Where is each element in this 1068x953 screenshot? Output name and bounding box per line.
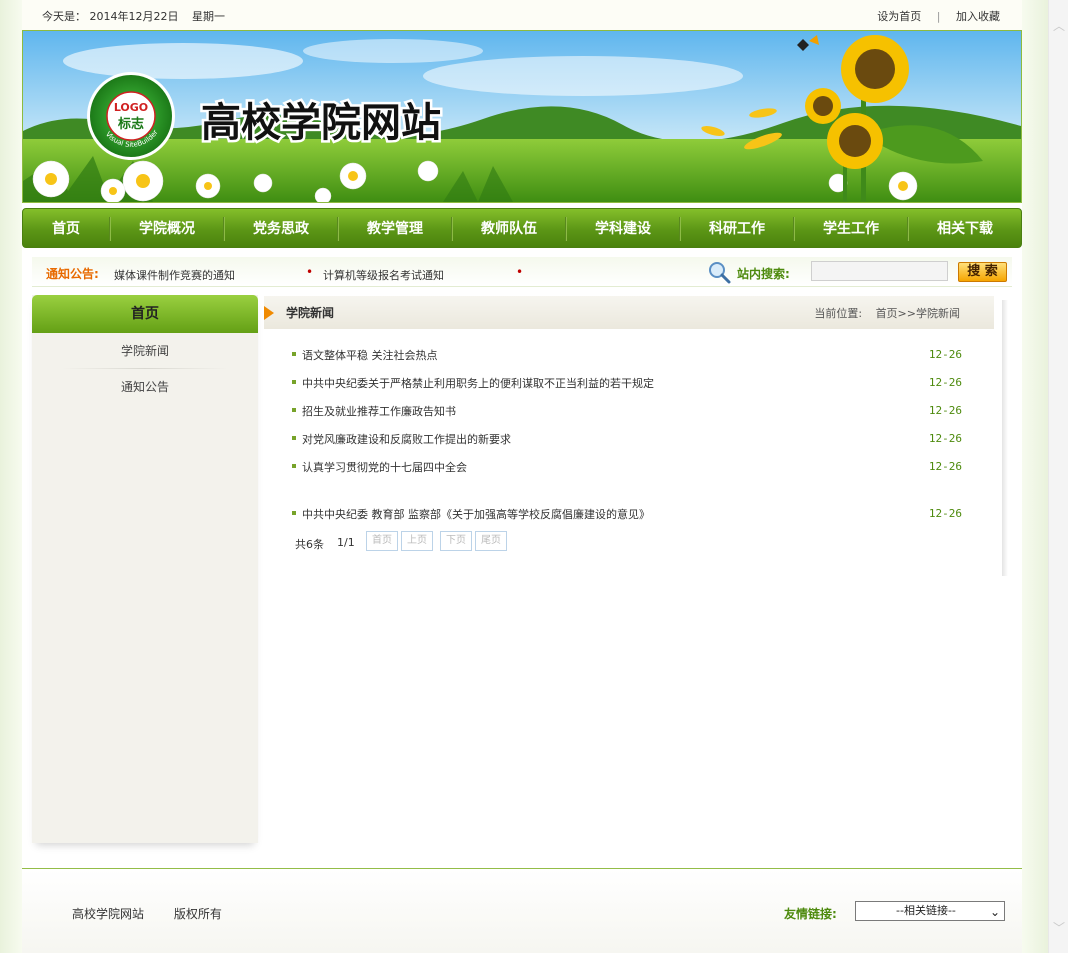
- pagination-total: 共6条: [295, 538, 324, 551]
- section-header: 学院新闻 当前位置: 首页>>学院新闻: [264, 296, 994, 329]
- news-item: 招生及就业推荐工作廉政告知书 12-26: [292, 402, 962, 420]
- notice-label: 通知公告:: [46, 267, 99, 281]
- news-date: 12-26: [928, 460, 962, 473]
- news-item: 对党风廉政建设和反腐败工作提出的新要求 12-26: [292, 430, 962, 448]
- nav-college-overview[interactable]: 学院概况: [111, 209, 223, 249]
- notice-item[interactable]: 计算机等级报名考试通知: [323, 267, 444, 283]
- footer-site-name: 高校学院网站: [72, 907, 145, 921]
- breadcrumb-path[interactable]: 首页>>学院新闻: [876, 307, 960, 320]
- news-title[interactable]: 中共中央纪委 教育部 监察部《关于加强高等学校反腐倡廉建设的意见》: [302, 506, 650, 522]
- friend-links-select[interactable]: --相关链接-- ⌄: [855, 901, 1005, 921]
- nav-party-affairs[interactable]: 党务思政: [225, 209, 337, 249]
- news-title[interactable]: 中共中央纪委关于严格禁止利用职务上的便利谋取不正当利益的若干规定: [302, 375, 654, 391]
- footer: 高校学院网站 版权所有 友情链接: --相关链接-- ⌄: [22, 868, 1022, 953]
- friend-links-label: 友情链接:: [784, 907, 837, 921]
- banner-image: LOGO 标志 Visual SiteBuilder 高校学院网站 高校学院网站: [23, 31, 1021, 202]
- news-title[interactable]: 语文整体平稳 关注社会热点: [302, 347, 438, 363]
- search-input[interactable]: [811, 261, 948, 281]
- first-page-button[interactable]: 首页: [366, 531, 398, 551]
- footer-copyright: 高校学院网站 版权所有: [72, 905, 248, 922]
- bullet-icon: [292, 352, 296, 356]
- scroll-up-icon[interactable]: ︿: [1053, 20, 1065, 32]
- pagination-page: 1/1: [337, 536, 355, 549]
- nav-home[interactable]: 首页: [23, 209, 109, 249]
- section-title: 学院新闻: [286, 306, 335, 320]
- site-banner: LOGO 标志 Visual SiteBuilder 高校学院网站 高校学院网站: [22, 30, 1022, 203]
- chevron-down-icon: ⌄: [989, 905, 1000, 919]
- date-value: 2014年12月22日: [89, 10, 179, 23]
- logo-text: LOGO: [114, 101, 148, 114]
- nav-teaching[interactable]: 教学管理: [339, 209, 451, 249]
- friend-links-selected: --相关链接--: [896, 904, 956, 917]
- top-link-separator: |: [936, 10, 941, 23]
- sidebar-item-label: 学院新闻: [120, 344, 169, 358]
- news-date: 12-26: [928, 404, 962, 417]
- breadcrumb-label: 当前位置:: [814, 307, 863, 320]
- search-button[interactable]: 搜 索: [958, 262, 1007, 282]
- section-arrow-icon: [264, 306, 274, 320]
- main-nav: 首页 学院概况 党务思政 教学管理 教师队伍 学科建设 科研工作 学生工作 相关…: [22, 208, 1022, 248]
- page-background-right: [1022, 0, 1048, 953]
- nav-downloads[interactable]: 相关下载: [909, 209, 1021, 249]
- news-item: 中共中央纪委 教育部 监察部《关于加强高等学校反腐倡廉建设的意见》 12-26: [292, 505, 962, 523]
- bullet-icon: [292, 380, 296, 384]
- bullet-icon: [292, 436, 296, 440]
- vertical-scrollbar[interactable]: ︿ ﹀: [1048, 0, 1068, 953]
- add-favorite-link[interactable]: 加入收藏: [956, 10, 1000, 23]
- news-date: 12-26: [928, 432, 962, 445]
- news-date: 12-26: [928, 376, 962, 389]
- news-title[interactable]: 认真学习贯彻党的十七届四中全会: [302, 459, 467, 475]
- news-item: 认真学习贯彻党的十七届四中全会 12-26: [292, 458, 962, 476]
- next-page-button[interactable]: 下页: [440, 531, 472, 551]
- news-date: 12-26: [928, 348, 962, 361]
- search-label: 站内搜索:: [737, 267, 790, 281]
- news-item: 中共中央纪委关于严格禁止利用职务上的便利谋取不正当利益的若干规定 12-26: [292, 374, 962, 392]
- page-background-left: [0, 0, 22, 953]
- sidebar-title[interactable]: 首页: [32, 295, 258, 333]
- date-label: 今天是：: [42, 10, 86, 23]
- notice-bullet: •: [306, 265, 314, 279]
- breadcrumb: 当前位置: 首页>>学院新闻: [814, 305, 960, 321]
- bullet-icon: [292, 408, 296, 412]
- footer-rights: 版权所有: [173, 907, 222, 921]
- weekday: 星期一: [192, 10, 225, 23]
- news-title[interactable]: 招生及就业推荐工作廉政告知书: [302, 403, 456, 419]
- set-home-link[interactable]: 设为首页: [877, 10, 921, 23]
- site-title: 高校学院网站: [201, 99, 441, 146]
- sidebar: 首页 学院新闻 通知公告: [32, 295, 258, 843]
- current-date: 今天是： 2014年12月22日 星期一: [42, 8, 225, 24]
- top-links: 设为首页 | 加入收藏: [877, 8, 1000, 24]
- search-icon[interactable]: [707, 260, 733, 286]
- bullet-icon: [292, 511, 296, 515]
- news-title[interactable]: 对党风廉政建设和反腐败工作提出的新要求: [302, 431, 511, 447]
- notice-bar: 通知公告: 媒体课件制作竞赛的通知 • 计算机等级报名考试通知 • 站内搜索: …: [32, 257, 1012, 287]
- nav-research[interactable]: 科研工作: [681, 209, 793, 249]
- top-bar: 今天是： 2014年12月22日 星期一 设为首页 | 加入收藏: [22, 0, 1022, 30]
- nav-faculty[interactable]: 教师队伍: [453, 209, 565, 249]
- news-date: 12-26: [928, 507, 962, 520]
- nav-student-affairs[interactable]: 学生工作: [795, 209, 907, 249]
- sidebar-item-notices[interactable]: 通知公告: [32, 369, 258, 405]
- sidebar-item-college-news[interactable]: 学院新闻: [32, 333, 258, 369]
- logo-icon: LOGO 标志 Visual SiteBuilder: [87, 72, 175, 160]
- sidebar-item-label: 通知公告: [120, 380, 169, 394]
- last-page-button[interactable]: 尾页: [475, 531, 507, 551]
- notice-bullet: •: [516, 265, 524, 279]
- nav-disciplines[interactable]: 学科建设: [567, 209, 679, 249]
- scroll-down-icon[interactable]: ﹀: [1053, 922, 1065, 934]
- prev-page-button[interactable]: 上页: [401, 531, 433, 551]
- logo-sub-text: 标志: [117, 116, 144, 132]
- news-item: 语文整体平稳 关注社会热点 12-26: [292, 346, 962, 364]
- main-content: 学院新闻 当前位置: 首页>>学院新闻 语文整体平稳 关注社会热点 12-26 …: [264, 296, 1004, 576]
- bullet-icon: [292, 464, 296, 468]
- notice-item[interactable]: 媒体课件制作竞赛的通知: [114, 267, 235, 283]
